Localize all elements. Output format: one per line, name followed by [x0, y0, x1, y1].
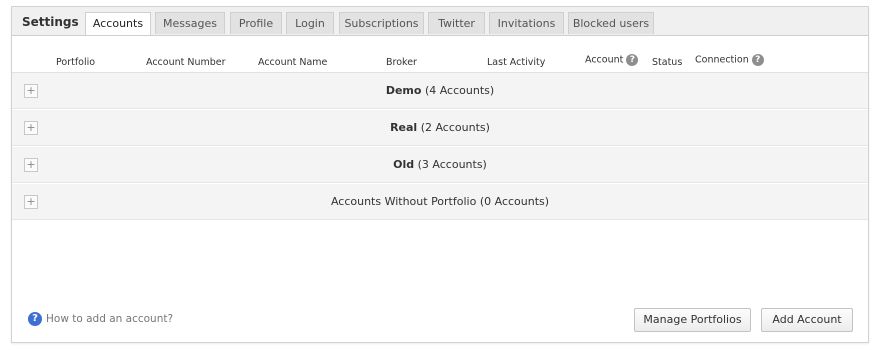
- column-header-last-activity[interactable]: Last Activity: [487, 57, 545, 68]
- portfolio-group-name: Accounts Without Portfolio: [330, 195, 477, 208]
- portfolio-group-label: Accounts Without Portfolio (0 Accounts): [12, 195, 868, 208]
- portfolio-group-label: Old (3 Accounts): [12, 158, 868, 171]
- portfolio-group-label: Demo (4 Accounts): [12, 84, 868, 97]
- add-account-button[interactable]: Add Account: [761, 308, 853, 332]
- column-header-account-name[interactable]: Account Name: [258, 57, 327, 68]
- settings-title: Settings: [22, 15, 79, 29]
- tab-login[interactable]: Login: [286, 12, 334, 34]
- portfolio-group-count: (0 Accounts): [479, 195, 550, 208]
- tab-blocked-users[interactable]: Blocked users: [568, 12, 654, 34]
- portfolio-group-count: (2 Accounts): [420, 121, 490, 134]
- help-link-text[interactable]: How to add an account?: [46, 313, 173, 325]
- portfolio-group-row[interactable]: + Accounts Without Portfolio (0 Accounts…: [12, 184, 868, 220]
- tab-profile[interactable]: Profile: [230, 12, 282, 34]
- portfolio-group-name: Old: [393, 158, 415, 171]
- column-header-portfolio[interactable]: Portfolio: [56, 57, 95, 68]
- help-link[interactable]: ? How to add an account?: [28, 312, 173, 326]
- portfolio-group-name: Demo: [385, 84, 422, 97]
- manage-portfolios-button[interactable]: Manage Portfolios: [634, 308, 751, 332]
- question-icon[interactable]: ?: [28, 312, 42, 326]
- column-header-connection-label: Connection: [695, 54, 749, 66]
- portfolio-group-count: (4 Accounts): [424, 84, 495, 97]
- portfolio-group-count: (3 Accounts): [417, 158, 487, 171]
- settings-panel: Settings Accounts Messages Profile Login…: [11, 6, 869, 343]
- account-help-icon[interactable]: ?: [626, 54, 639, 66]
- column-header-connection[interactable]: Connection?: [695, 54, 764, 66]
- column-header-broker[interactable]: Broker: [386, 57, 417, 68]
- column-header-status[interactable]: Status: [652, 57, 682, 68]
- tab-accounts[interactable]: Accounts: [85, 12, 151, 35]
- column-header-account[interactable]: Account?: [585, 54, 639, 66]
- tab-twitter[interactable]: Twitter: [428, 12, 485, 34]
- tab-subscriptions[interactable]: Subscriptions: [339, 12, 424, 34]
- portfolio-group-row[interactable]: + Real (2 Accounts): [12, 110, 868, 146]
- portfolio-group-row[interactable]: + Demo (4 Accounts): [12, 73, 868, 109]
- column-header-account-number[interactable]: Account Number: [146, 57, 226, 68]
- tab-invitations[interactable]: Invitations: [489, 12, 564, 34]
- portfolio-group-label: Real (2 Accounts): [12, 121, 868, 134]
- tab-bar: Settings Accounts Messages Profile Login…: [12, 7, 868, 36]
- portfolio-group-row[interactable]: + Old (3 Accounts): [12, 147, 868, 183]
- column-header-account-label: Account: [585, 54, 624, 66]
- portfolio-group-name: Real: [390, 121, 418, 134]
- connection-help-icon[interactable]: ?: [751, 54, 764, 66]
- tab-messages[interactable]: Messages: [155, 12, 225, 34]
